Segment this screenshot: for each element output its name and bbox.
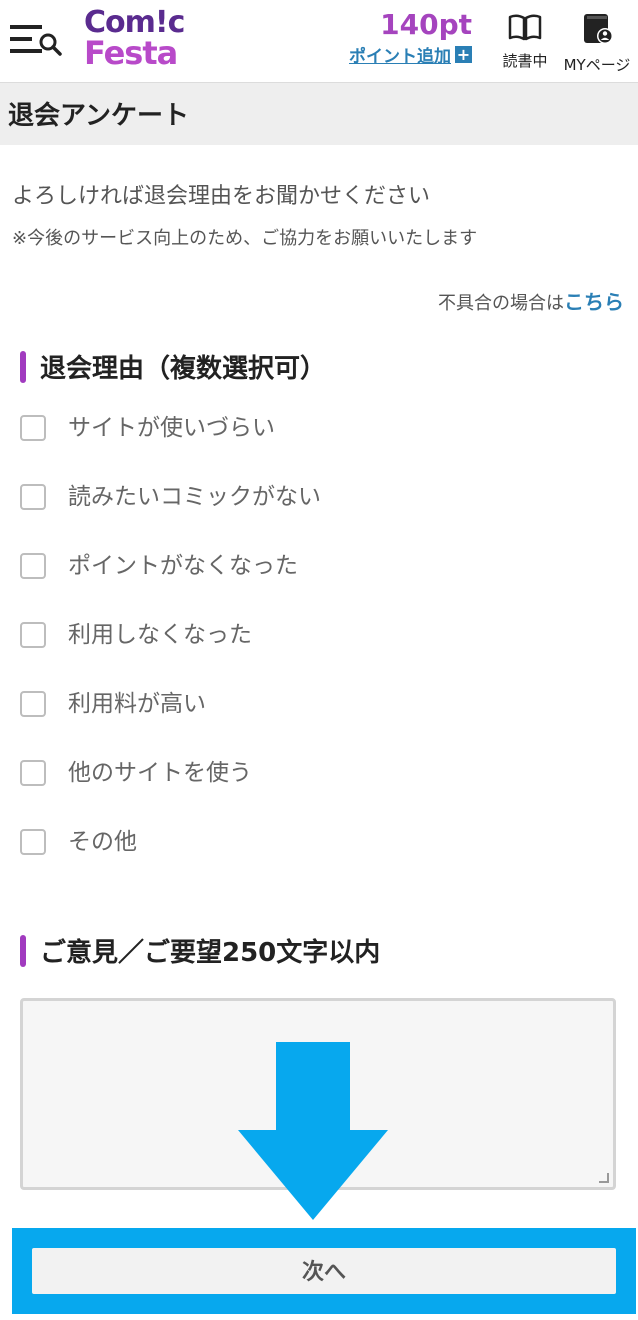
reason-label: サイトが使いづらい — [68, 415, 275, 441]
feedback-heading-text: ご意見／ご要望250文字以内 — [40, 938, 381, 968]
reason-option[interactable]: ポイントがなくなった — [20, 544, 620, 613]
page-title-bar: 退会アンケート — [0, 83, 638, 145]
page-title: 退会アンケート — [8, 101, 189, 131]
reason-label: その他 — [68, 829, 137, 855]
heading-accent-bar — [20, 934, 26, 967]
trouble-link[interactable]: こちら — [564, 290, 624, 314]
reason-checkbox[interactable] — [20, 691, 46, 717]
reason-option[interactable]: 利用しなくなった — [20, 613, 620, 682]
reason-option[interactable]: その他 — [20, 820, 620, 889]
add-points-link[interactable]: ポイント追加 + — [349, 42, 472, 67]
reason-checkbox[interactable] — [20, 484, 46, 510]
down-arrow-icon — [238, 1042, 388, 1220]
reading-button[interactable]: 読書中 — [494, 12, 556, 71]
reason-checkbox[interactable] — [20, 829, 46, 855]
intro-text: よろしければ退会理由をお聞かせください — [12, 184, 431, 209]
reading-label: 読書中 — [502, 52, 548, 70]
trouble-prefix: 不具合の場合は — [438, 293, 564, 314]
menu-search-icon — [10, 25, 62, 56]
site-header: Com!c Festa 140pt ポイント追加 + 読書中 MYページ — [0, 0, 638, 83]
reason-label: 利用しなくなった — [68, 622, 252, 648]
menu-search-button[interactable] — [8, 20, 64, 62]
reason-checkbox[interactable] — [20, 553, 46, 579]
note-text: ※今後のサービス向上のため、ご協力をお願いいたします — [12, 228, 478, 249]
mypage-button[interactable]: MYページ — [558, 12, 636, 75]
reason-label: 読みたいコミックがない — [68, 484, 321, 510]
reasons-heading: 退会理由（複数選択可） — [20, 348, 326, 385]
mypage-book-user-icon — [584, 14, 613, 44]
reason-label: ポイントがなくなった — [68, 553, 298, 579]
reason-option[interactable]: 読みたいコミックがない — [20, 475, 620, 544]
reason-checkbox[interactable] — [20, 415, 46, 441]
resize-grip-icon[interactable] — [599, 1173, 609, 1183]
reasons-heading-text: 退会理由（複数選択可） — [40, 354, 327, 384]
reason-checkbox[interactable] — [20, 622, 46, 648]
heading-accent-bar — [20, 350, 26, 383]
plus-icon: + — [455, 45, 472, 64]
points-balance: 140pt — [380, 8, 472, 41]
next-button[interactable]: 次へ — [32, 1248, 616, 1294]
add-points-label: ポイント追加 — [349, 47, 451, 67]
trouble-notice: 不具合の場合はこちら — [438, 286, 624, 315]
open-book-icon — [508, 14, 542, 41]
reason-option[interactable]: サイトが使いづらい — [20, 406, 620, 475]
reason-option[interactable]: 他のサイトを使う — [20, 751, 620, 820]
reason-option[interactable]: 利用料が高い — [20, 682, 620, 751]
feedback-heading: ご意見／ご要望250文字以内 — [20, 932, 380, 969]
reasons-list: サイトが使いづらい 読みたいコミックがない ポイントがなくなった 利用しなくなっ… — [20, 406, 620, 889]
logo-line2: Festa — [84, 34, 178, 72]
next-button-highlight: 次へ — [12, 1228, 636, 1314]
reason-label: 利用料が高い — [68, 691, 206, 717]
points-area: 140pt ポイント追加 + — [349, 8, 472, 67]
comic-festa-logo[interactable]: Com!c Festa — [84, 8, 185, 74]
mypage-label: MYページ — [563, 56, 631, 74]
reason-label: 他のサイトを使う — [68, 760, 252, 786]
reason-checkbox[interactable] — [20, 760, 46, 786]
